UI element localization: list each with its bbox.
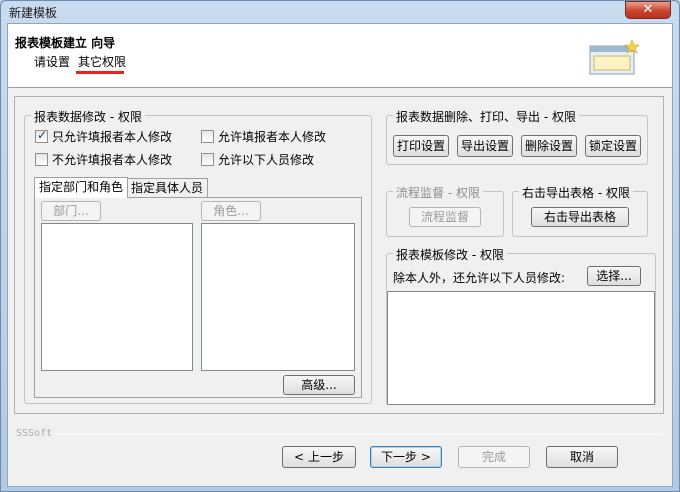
choose-users-button[interactable]: 选择... — [587, 266, 641, 286]
chevron-right-icon: > — [420, 450, 431, 464]
print-settings-button[interactable]: 打印设置 — [393, 135, 449, 157]
rightclick-export-label: 右击导出表格 - 权限 — [519, 184, 633, 201]
title-bar[interactable]: 新建模板 ✕ — [1, 1, 679, 23]
prev-label: 上一步 — [307, 450, 344, 464]
data-edit-group: 报表数据修改 - 权限 只允许填报者本人修改 允许填报者本人修改 不允许填报者本… — [24, 108, 372, 404]
wizard-steps: 请设置 其它权限 — [34, 53, 134, 70]
checkbox-label: 允许以下人员修改 — [218, 153, 315, 167]
template-editor-list[interactable] — [387, 291, 655, 405]
template-edit-hint: 除本人外，还允许以下人员修改: — [393, 271, 566, 285]
dialog-body: 报表模板建立 向导 请设置其它权限 报表数据修改 - 权限 只允许填报者本人修改 — [7, 23, 673, 487]
checkbox-label: 只允许填报者本人修改 — [52, 130, 173, 144]
dialog-window: 新建模板 ✕ 报表模板建立 向导 请设置 其它权限 报表数据修改 - 权限 ✓ … — [0, 0, 680, 492]
flow-supervision-group: 流程监督 - 权限 流程监督 — [386, 184, 504, 237]
delete-print-export-group: 报表数据删除、打印、导出 - 权限 打印设置 导出设置 删除设置 锁定设置 — [386, 108, 648, 165]
footer-divider — [56, 434, 662, 435]
rightclick-export-group: 右击导出表格 - 权限 右击导出表格 — [512, 184, 648, 237]
rightclick-export-button[interactable]: 右击导出表格 — [531, 207, 629, 227]
checkbox-icon — [35, 153, 48, 166]
wizard-window-icon — [589, 39, 640, 75]
checkbox-label: 不允许填报者本人修改 — [52, 153, 173, 167]
wizard-header: 报表模板建立 向导 请设置 其它权限 — [8, 24, 672, 88]
export-settings-button[interactable]: 导出设置 — [457, 135, 513, 157]
only-self-edit-checkbox[interactable]: 只允许填报者本人修改 — [35, 128, 172, 145]
window-title: 新建模板 — [9, 6, 58, 20]
disallow-self-edit-checkbox[interactable]: 不允许填报者本人修改 — [35, 151, 172, 168]
data-edit-group-label: 报表数据修改 - 权限 — [31, 108, 145, 125]
tab-specific-users[interactable]: 指定具体人员 — [126, 178, 209, 198]
lock-settings-button[interactable]: 锁定设置 — [585, 135, 641, 157]
role-list[interactable] — [201, 223, 355, 371]
next-label: 下一步 — [381, 450, 418, 464]
dept-list[interactable] — [41, 223, 193, 371]
flow-supervision-button[interactable]: 流程监督 — [409, 207, 481, 227]
allow-following-users-checkbox[interactable]: 允许以下人员修改 — [201, 151, 314, 168]
allow-self-edit-checkbox[interactable]: 允许填报者本人修改 — [201, 128, 326, 145]
close-button[interactable]: ✕ — [625, 1, 671, 19]
active-step-indicator — [76, 71, 124, 74]
checkbox-icon — [201, 153, 214, 166]
delete-settings-button[interactable]: 删除设置 — [521, 135, 577, 157]
dept-button[interactable]: 部门... — [41, 201, 101, 221]
prev-button[interactable]: < 上一步 — [282, 446, 356, 468]
tab-panel: 部门... 角色... 高级... — [34, 197, 362, 398]
checkbox-icon — [201, 130, 214, 143]
chevron-left-icon: < — [294, 450, 305, 464]
advanced-button[interactable]: 高级... — [283, 375, 355, 395]
checkbox-checked-icon — [35, 128, 48, 143]
wizard-step-other-permissions: 其它权限 — [78, 55, 127, 69]
tab-dept-role[interactable]: 指定部门和角色 — [34, 177, 129, 198]
wizard-title: 报表模板建立 向导 — [15, 36, 116, 50]
wizard-step-settings: 请设置 — [34, 55, 71, 69]
next-button[interactable]: 下一步 > — [370, 446, 442, 468]
close-icon: ✕ — [642, 2, 654, 17]
checkbox-label: 允许填报者本人修改 — [218, 130, 327, 144]
template-edit-label: 报表模板修改 - 权限 — [393, 246, 507, 263]
brand-label: SSSoft — [16, 428, 53, 439]
template-edit-group: 报表模板修改 - 权限 除本人外，还允许以下人员修改: 选择... — [386, 246, 656, 405]
finish-button[interactable]: 完成 — [458, 446, 530, 468]
flow-supervision-label: 流程监督 - 权限 — [393, 184, 483, 201]
role-button[interactable]: 角色... — [201, 201, 261, 221]
delete-print-export-label: 报表数据删除、打印、导出 - 权限 — [393, 108, 579, 125]
cancel-button[interactable]: 取消 — [546, 446, 618, 468]
